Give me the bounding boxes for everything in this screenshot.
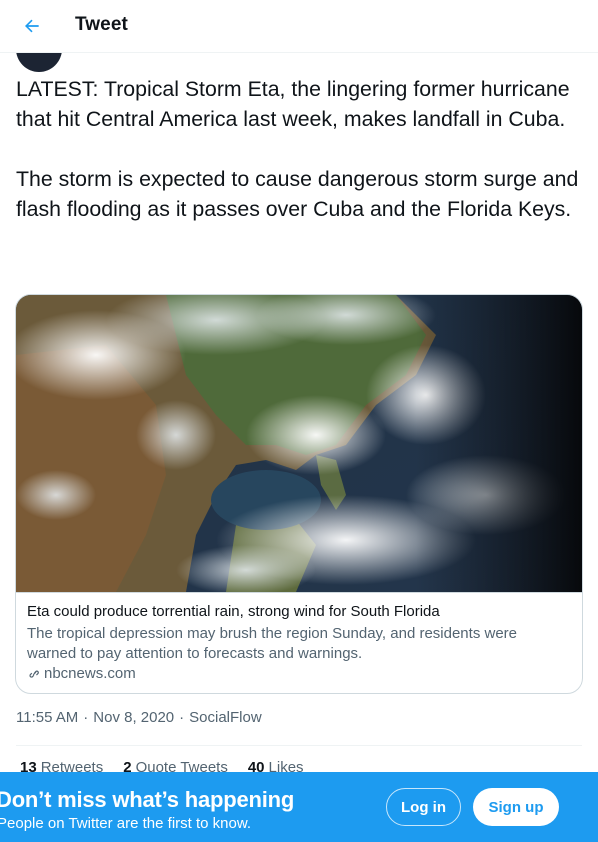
card-domain: nbcnews.com	[27, 664, 571, 683]
banner-title: Don’t miss what’s happening	[0, 787, 295, 812]
meta-separator: ·	[179, 709, 185, 726]
arrow-left-icon	[25, 19, 39, 33]
banner-subtitle: People on Twitter are the first to know.	[0, 815, 252, 832]
tweet-meta: 11:55 AM · Nov 8, 2020 · SocialFlow	[16, 709, 262, 726]
divider	[16, 745, 582, 746]
tweet-text: LATEST: Tropical Storm Eta, the lingerin…	[16, 77, 579, 221]
card-body: Eta could produce torrential rain, stron…	[16, 592, 582, 693]
tweet-source[interactable]: SocialFlow	[189, 709, 262, 726]
tweet-time[interactable]: 11:55 AM	[16, 709, 78, 726]
satellite-image	[16, 295, 582, 592]
card-title: Eta could produce torrential rain, stron…	[27, 603, 440, 620]
back-button[interactable]	[14, 8, 50, 44]
login-button[interactable]: Log in	[386, 788, 461, 826]
card-domain-label: nbcnews.com	[44, 665, 136, 682]
link-icon	[29, 670, 39, 678]
card-description: The tropical depression may brush the re…	[27, 625, 517, 662]
top-app-bar: Tweet	[0, 0, 598, 53]
meta-separator: ·	[83, 709, 89, 726]
signup-button[interactable]: Sign up	[473, 788, 559, 826]
tweet-date[interactable]: Nov 8, 2020	[93, 709, 174, 726]
page-title: Tweet	[75, 14, 128, 35]
signup-banner: Don’t miss what’s happening People on Tw…	[0, 772, 598, 842]
link-preview-card[interactable]: Eta could produce torrential rain, stron…	[15, 294, 583, 694]
